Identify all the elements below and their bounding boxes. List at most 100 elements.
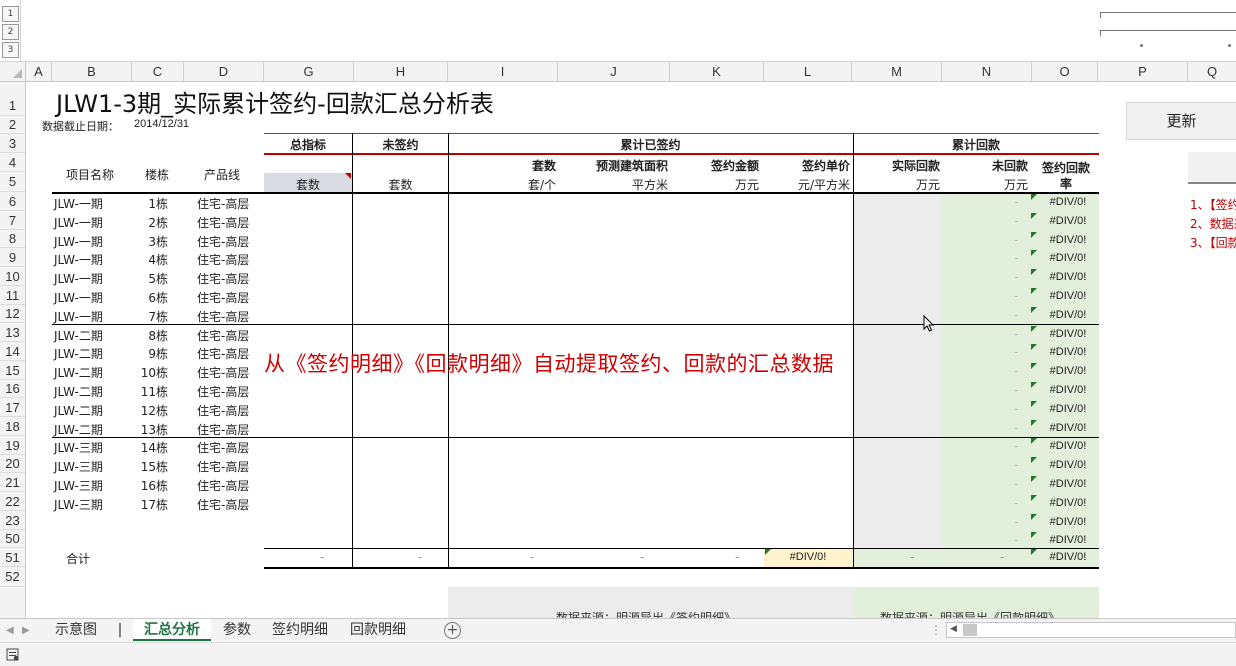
unpaid-dash-cell: -: [1014, 213, 1019, 228]
add-sheet-icon[interactable]: +: [444, 622, 461, 639]
column-header[interactable]: H: [354, 62, 448, 82]
error-indicator[interactable]: [1031, 513, 1037, 520]
scrollbar-thumb[interactable]: [963, 624, 977, 636]
row-header[interactable]: 5: [0, 172, 25, 192]
comment-indicator[interactable]: [345, 173, 351, 179]
column-header[interactable]: K: [670, 62, 764, 82]
error-indicator[interactable]: [765, 549, 771, 555]
splitter-handle-icon[interactable]: ⋮: [930, 623, 942, 637]
error-indicator[interactable]: [1031, 457, 1037, 464]
row-header[interactable]: 19: [0, 436, 25, 455]
row-header[interactable]: 13: [0, 323, 25, 342]
border: [264, 548, 1099, 549]
row-header[interactable]: 18: [0, 417, 25, 436]
column-header[interactable]: C: [132, 62, 184, 82]
error-indicator[interactable]: [1031, 382, 1037, 388]
column-header[interactable]: B: [52, 62, 132, 82]
column-header[interactable]: Q: [1188, 62, 1236, 82]
building-cell: 5栋: [148, 272, 168, 287]
total-fill-yellow: [764, 549, 853, 567]
column-header[interactable]: N: [942, 62, 1032, 82]
source-note-box-left: [448, 587, 853, 618]
error-indicator[interactable]: [1031, 419, 1037, 426]
row-header[interactable]: 12: [0, 305, 25, 323]
row-header[interactable]: 52: [0, 567, 25, 587]
error-indicator[interactable]: [1031, 269, 1037, 276]
error-indicator[interactable]: [1031, 250, 1037, 257]
scroll-left-arrow-icon[interactable]: ◀: [950, 624, 957, 634]
error-indicator[interactable]: [1031, 194, 1037, 200]
error-indicator[interactable]: [1031, 549, 1037, 555]
error-indicator[interactable]: [1031, 532, 1037, 539]
error-indicator[interactable]: [1031, 494, 1037, 501]
error-indicator[interactable]: [1031, 212, 1037, 219]
tab-scroll-left-icon[interactable]: ◀: [6, 625, 14, 636]
outline-level-3-button[interactable]: 3: [2, 42, 19, 58]
error-indicator[interactable]: [1031, 325, 1037, 332]
macro-record-icon[interactable]: [6, 648, 19, 661]
row-header[interactable]: 20: [0, 455, 25, 473]
row-header[interactable]: 11: [0, 286, 25, 305]
error-indicator[interactable]: [1031, 438, 1037, 445]
tab-overview[interactable]: 示意图: [44, 619, 108, 641]
rate-cell: #DIV/0!: [1049, 233, 1087, 246]
outline-level-2-button[interactable]: 2: [2, 24, 19, 40]
column-header[interactable]: D: [184, 62, 264, 82]
select-all-corner[interactable]: [0, 62, 26, 82]
row-header[interactable]: 16: [0, 380, 25, 398]
tab-separator[interactable]: |: [112, 619, 128, 641]
row-header[interactable]: 1: [0, 82, 25, 116]
row-header[interactable]: 10: [0, 267, 25, 286]
column-header[interactable]: G: [264, 62, 354, 82]
row-header[interactable]: 50: [0, 530, 25, 548]
unpaid-dash-cell: -: [1014, 383, 1019, 397]
error-indicator[interactable]: [1031, 306, 1037, 313]
error-indicator[interactable]: [1031, 476, 1037, 482]
column-header[interactable]: A: [26, 62, 52, 82]
row-header[interactable]: 4: [0, 153, 25, 172]
horizontal-scrollbar[interactable]: ◀: [946, 622, 1236, 638]
outline-collapse-dot[interactable]: [1228, 44, 1231, 47]
row-header[interactable]: 17: [0, 398, 25, 417]
error-indicator[interactable]: [1031, 288, 1037, 294]
group-header-signed: 累计已签约: [620, 138, 681, 152]
error-indicator[interactable]: [1031, 231, 1037, 238]
header-actual-pay: 实际回款: [891, 159, 940, 173]
column-header[interactable]: M: [852, 62, 942, 82]
column-header[interactable]: L: [764, 62, 852, 82]
column-header[interactable]: P: [1098, 62, 1188, 82]
error-indicator[interactable]: [1031, 344, 1037, 351]
column-header[interactable]: O: [1032, 62, 1098, 82]
project-cell: JLW-二期: [54, 385, 103, 399]
row-header[interactable]: 51: [0, 548, 25, 567]
tab-signing-detail[interactable]: 签约明细: [262, 619, 338, 641]
row-header[interactable]: 23: [0, 511, 25, 530]
tab-parameters[interactable]: 参数: [214, 619, 260, 641]
row-header[interactable]: 14: [0, 342, 25, 361]
row-header[interactable]: 7: [0, 211, 25, 230]
row-header[interactable]: 15: [0, 361, 25, 380]
tab-summary-analysis[interactable]: 汇总分析: [133, 619, 211, 641]
column-header[interactable]: J: [558, 62, 670, 82]
cell-fill-gray: [264, 173, 352, 192]
outline-group-bracket[interactable]: [1100, 12, 1236, 18]
row-header[interactable]: 9: [0, 248, 25, 267]
row-header[interactable]: 21: [0, 473, 25, 492]
row-header[interactable]: 3: [0, 134, 25, 153]
tab-scroll-right-icon[interactable]: ▶: [22, 625, 30, 636]
tab-payment-detail[interactable]: 回款明细: [340, 619, 416, 641]
error-indicator[interactable]: [1031, 363, 1037, 370]
row-header[interactable]: 6: [0, 192, 25, 211]
outline-collapse-dot[interactable]: [1140, 44, 1143, 47]
row-header[interactable]: 22: [0, 492, 25, 511]
outline-level-1-button[interactable]: 1: [2, 6, 19, 22]
product-cell: 住宅-高层: [197, 497, 250, 512]
unpaid-dash-cell: -: [1014, 477, 1019, 491]
error-indicator[interactable]: [1031, 400, 1037, 407]
sheet-grid[interactable]: JLW1-3期_实际累计签约-回款汇总分析表 数据截止日期： 2014/12/3…: [0, 0, 1236, 618]
column-header[interactable]: I: [448, 62, 558, 82]
update-button[interactable]: 更新: [1126, 102, 1236, 140]
row-header[interactable]: 2: [0, 116, 25, 134]
outline-group-bracket[interactable]: [1100, 30, 1236, 36]
row-header[interactable]: 8: [0, 230, 25, 248]
